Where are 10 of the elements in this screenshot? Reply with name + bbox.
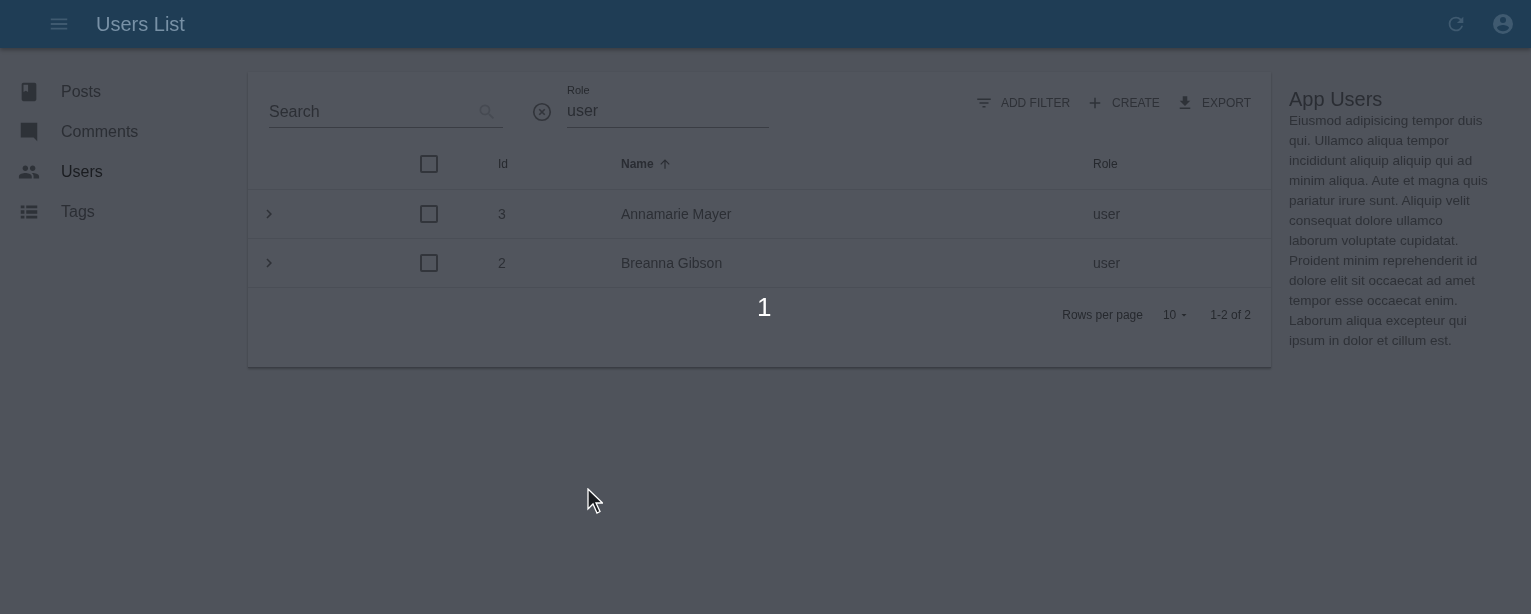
mouse-cursor-icon [587, 488, 603, 514]
account-button[interactable] [1491, 12, 1515, 36]
sidebar-item[interactable]: Users [0, 152, 248, 192]
select-all-checkbox[interactable] [420, 154, 438, 173]
row-checkbox[interactable] [420, 254, 438, 272]
remove-filter-button[interactable] [531, 101, 553, 123]
countdown-number: 1 [757, 292, 772, 323]
row-checkbox[interactable] [420, 205, 438, 223]
comment-icon [18, 121, 40, 143]
page-title: Users List [96, 12, 186, 36]
